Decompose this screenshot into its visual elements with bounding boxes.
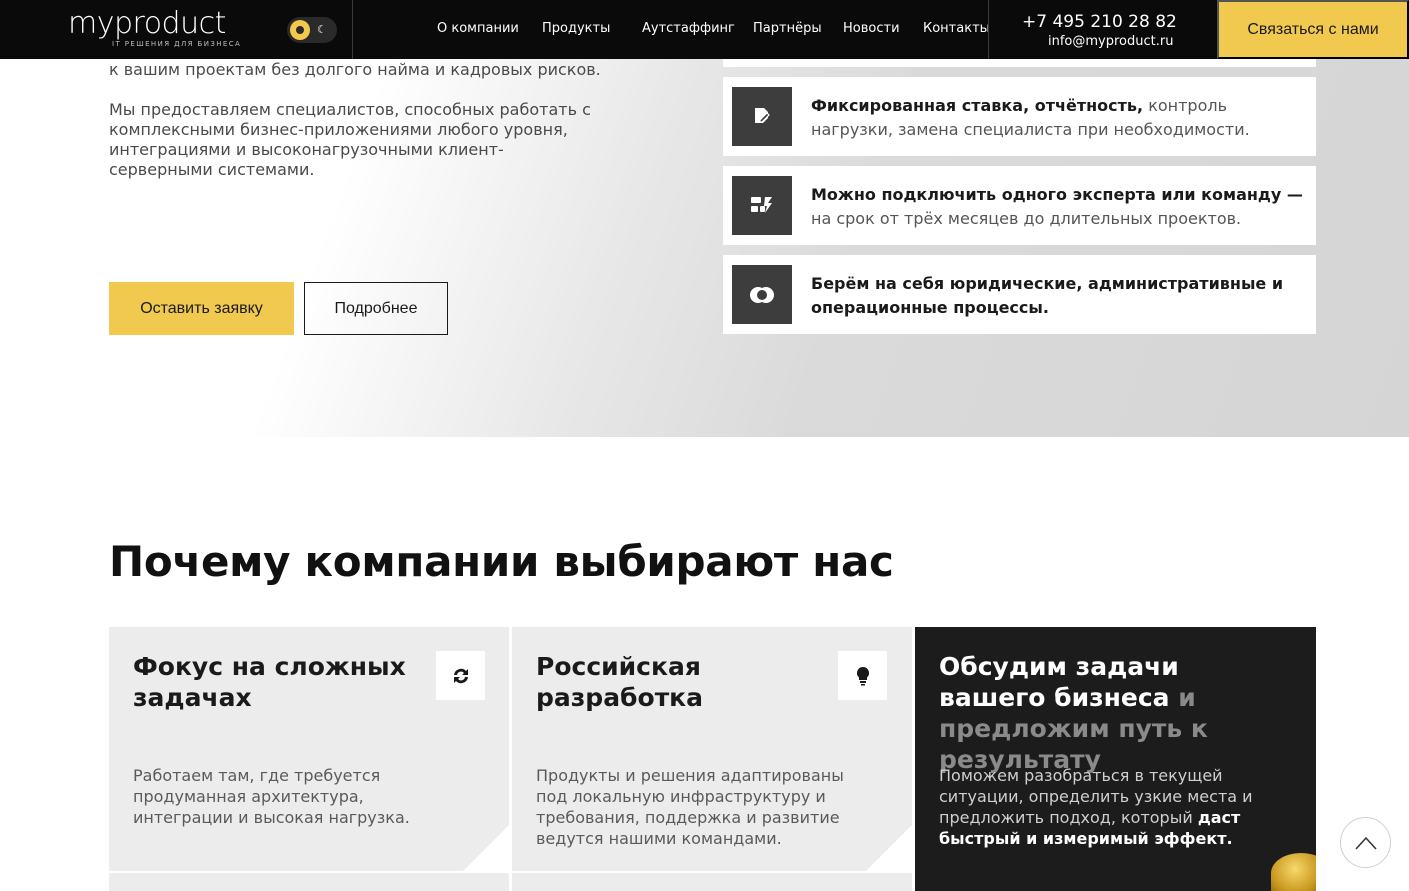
feature-item: Можно подключить одного эксперта или ком… [723, 166, 1316, 245]
card-title: Обсудим задачи вашего бизнеса и предложи… [939, 652, 1208, 774]
hero-text-line: к вашим проектам без долгого найма и кад… [109, 60, 601, 79]
lightbulb-icon [838, 651, 887, 700]
nav-link-outstaffing[interactable]: Аутстаффинг [642, 21, 735, 36]
nav-link-news[interactable]: Новости [843, 21, 900, 36]
nav-link-contacts[interactable]: Контакты [923, 21, 990, 36]
feature-item: Берём на себя юридические, административ… [723, 255, 1316, 334]
site-header: myproduct IT РЕШЕНИЯ ДЛЯ БИЗНЕСА ☾ О ком… [0, 0, 1409, 59]
logo[interactable]: myproduct IT РЕШЕНИЯ ДЛЯ БИЗНЕСА [68, 8, 243, 50]
card-text: Работаем там, где требуется продуманная … [133, 766, 410, 827]
card-title: Российская разработка [536, 652, 704, 712]
card-title: Фокус на сложных задачах [133, 652, 406, 712]
advantage-card: Российская разработка Продукты и решения… [512, 627, 912, 871]
team-icon [732, 176, 792, 235]
feature-item: Фиксированная ставка, отчётность, контро… [723, 77, 1316, 156]
handshake-icon [732, 265, 792, 324]
submit-request-button[interactable]: Оставить заявку [109, 282, 294, 335]
phone-link[interactable]: +7 495 210 28 82 [1022, 12, 1177, 32]
refresh-arrows-icon [436, 651, 485, 700]
logo-tagline: IT РЕШЕНИЯ ДЛЯ БИЗНЕСА [112, 40, 242, 48]
nav-link-about[interactable]: О компании [437, 21, 519, 36]
card-corner-decoration [463, 825, 509, 871]
chevron-up-icon [1354, 836, 1377, 850]
email-link[interactable]: info@myproduct.ru [1048, 34, 1173, 49]
feature-text: Можно подключить одного эксперта или ком… [811, 185, 1303, 228]
sun-icon [290, 20, 310, 40]
advantage-card [512, 873, 912, 891]
moon-icon: ☾ [317, 23, 327, 36]
hero-section: к вашим проектам без долгого найма и кад… [0, 59, 1409, 437]
edit-document-icon [732, 87, 792, 146]
more-details-button[interactable]: Подробнее [304, 282, 448, 335]
feature-text: Фиксированная ставка, отчётность, контро… [811, 96, 1250, 139]
theme-toggle[interactable]: ☾ [287, 17, 337, 43]
nav-link-products[interactable]: Продукты [542, 21, 610, 36]
card-text: Продукты и решения адаптированы под лока… [536, 766, 844, 848]
advantage-card: Фокус на сложных задачах Работаем там, г… [109, 627, 509, 871]
section-title: Почему компании выбирают нас [109, 537, 894, 586]
cta-card[interactable]: Обсудим задачи вашего бизнеса и предложи… [915, 627, 1316, 891]
nav-link-partners[interactable]: Партнёры [753, 21, 822, 36]
card-text: Поможем разобраться в текущей ситуации, … [939, 766, 1253, 848]
card-corner-decoration [866, 825, 912, 871]
scroll-to-top-button[interactable] [1340, 817, 1391, 868]
feature-text: Берём на себя юридические, административ… [811, 274, 1284, 317]
gold-coin-decoration [1271, 853, 1316, 891]
contact-us-button[interactable]: Связаться с нами [1217, 0, 1409, 59]
logo-text: myproduct [68, 6, 226, 41]
feature-card-top-edge [723, 59, 1316, 67]
advantage-card [109, 873, 509, 891]
header-divider [352, 0, 353, 59]
header-divider [988, 0, 989, 59]
hero-paragraph: Мы предоставляем специалистов, способных… [109, 100, 591, 179]
